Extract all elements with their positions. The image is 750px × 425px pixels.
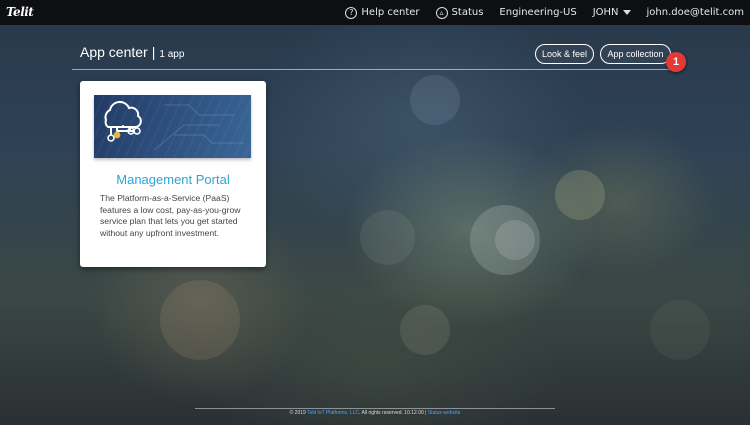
cloud-network-icon: [104, 100, 244, 151]
user-email[interactable]: john.doe@telit.com: [647, 7, 744, 18]
notification-badge: 1: [666, 52, 686, 72]
top-navigation-bar: Telit ? Help center ▵ Status Engineering…: [0, 0, 750, 25]
title-separator: |: [151, 44, 156, 60]
footer-status-link[interactable]: Status website: [428, 410, 461, 416]
footer-rights: . All rights reserved. 10.12.00 |: [359, 410, 427, 416]
footer-divider: [195, 408, 555, 409]
user-name-label: JOHN: [592, 7, 619, 18]
app-card-title[interactable]: Management Portal: [80, 172, 266, 187]
background-bokeh: [360, 210, 415, 265]
question-circle-icon: ?: [345, 6, 358, 19]
app-card-image: [94, 95, 251, 158]
triangle-circle-icon: ▵: [435, 6, 448, 19]
background-bokeh: [400, 305, 450, 355]
status-link[interactable]: ▵ Status: [435, 6, 484, 19]
app-count: 1 app: [159, 49, 185, 60]
user-menu[interactable]: JOHN: [593, 7, 631, 18]
look-and-feel-button[interactable]: Look & feel: [535, 44, 594, 64]
status-label: Status: [451, 7, 484, 18]
background-bokeh: [470, 205, 540, 275]
page-title-text: App center: [80, 44, 148, 60]
app-card-description: The Platform-as-a-Service (PaaS) feature…: [100, 193, 241, 238]
footer-copyright: © 2019: [289, 410, 306, 416]
organization-label: Engineering-US: [499, 7, 577, 18]
page-title: App center | 1 app: [80, 44, 184, 60]
background-bokeh: [495, 220, 535, 260]
user-email-label: john.doe@telit.com: [646, 7, 744, 18]
background-bokeh: [410, 75, 460, 125]
background-bokeh: [555, 170, 605, 220]
telit-logo[interactable]: Telit: [6, 5, 34, 19]
background-bokeh: [160, 280, 240, 360]
help-center-link[interactable]: ? Help center: [345, 6, 420, 19]
app-card-management-portal[interactable]: Management Portal The Platform-as-a-Serv…: [80, 81, 266, 267]
page-footer: © 2019 Telit IoT Platforms, LLC. All rig…: [195, 410, 555, 416]
top-nav-links: ? Help center ▵ Status Engineering-US JO…: [345, 0, 744, 25]
app-center-header: App center | 1 app Look & feel App collect…: [72, 40, 678, 70]
footer-company-link[interactable]: Telit IoT Platforms, LLC: [307, 410, 359, 416]
chevron-down-icon: [622, 10, 631, 15]
app-collection-button[interactable]: App collection: [600, 44, 671, 64]
organization-selector[interactable]: Engineering-US: [499, 7, 576, 18]
background-bokeh: [650, 300, 710, 360]
help-center-label: Help center: [361, 7, 420, 18]
